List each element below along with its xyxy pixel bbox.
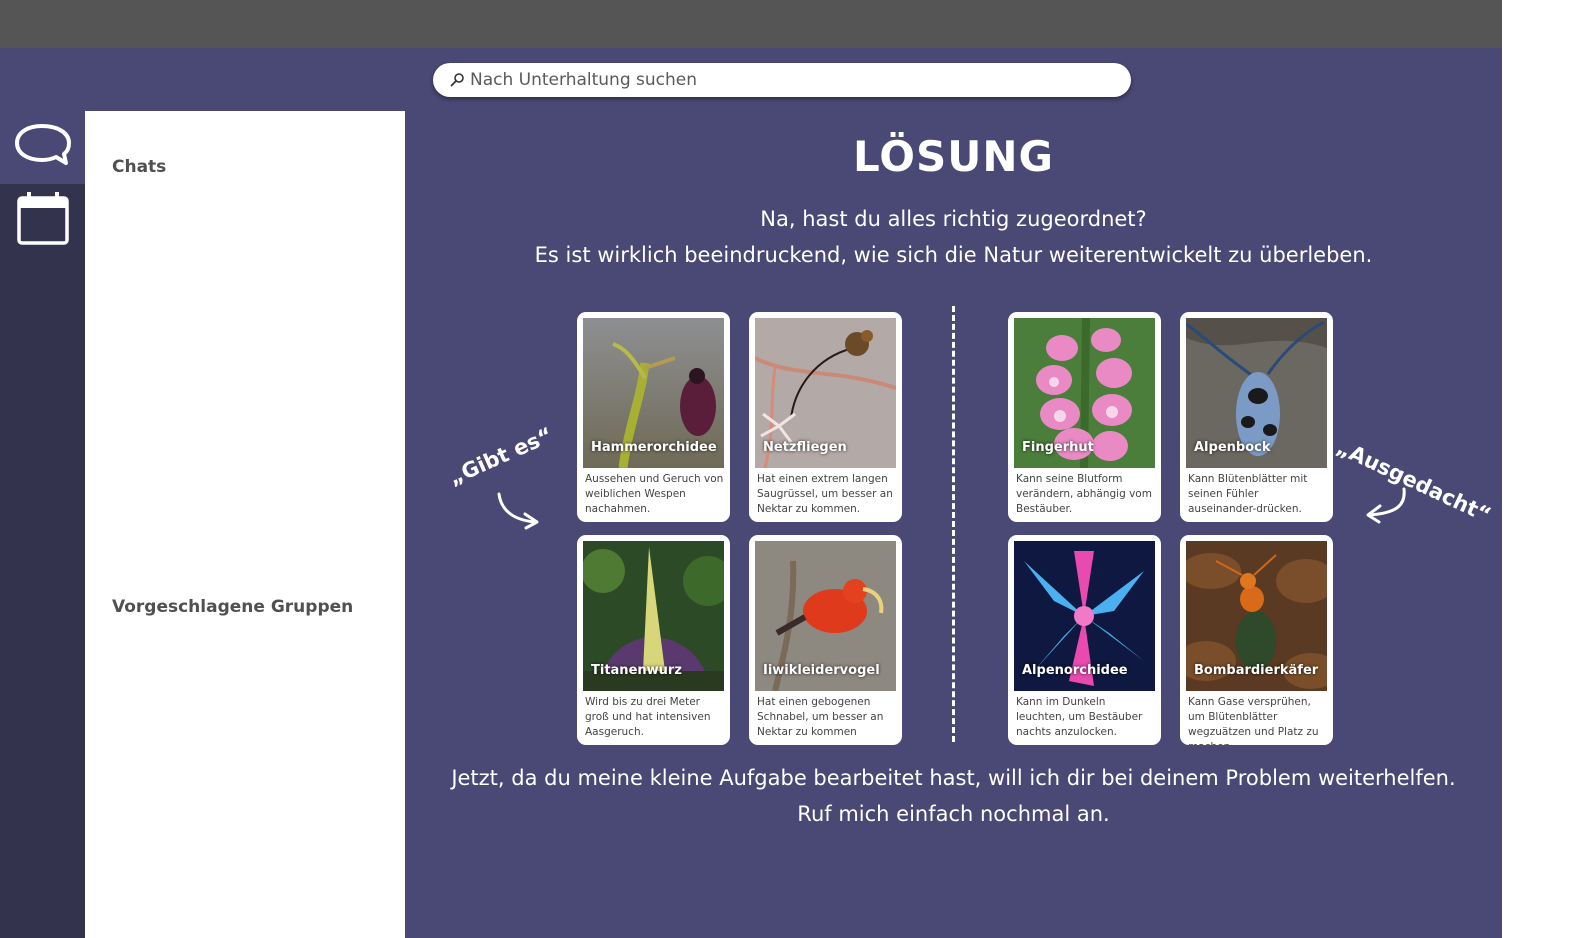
label-real: „Gibt es“ bbox=[445, 422, 557, 490]
search-icon bbox=[450, 73, 464, 87]
card-description: Hat einen extrem langen Saugrüssel, um b… bbox=[757, 473, 893, 515]
card-description: Hat einen gebogenen Schnabel, um besser … bbox=[757, 696, 884, 738]
search-bar[interactable]: Nach Unterhaltung suchen bbox=[433, 63, 1131, 97]
card-netzfliegen[interactable]: Netzfliegen Hat einen extrem langen Saug… bbox=[749, 312, 902, 522]
page-title: LÖSUNG bbox=[853, 132, 1054, 181]
intro-line-2: Es ist wirklich beeindruckend, wie sich … bbox=[534, 243, 1373, 267]
card-name: Netzfliegen bbox=[763, 440, 847, 455]
card-description: Kann Blütenblätter mit seinen Fühler aus… bbox=[1188, 473, 1308, 515]
card-fingerhut[interactable]: Fingerhut Kann seine Blutform verändern,… bbox=[1008, 312, 1161, 522]
card-hammerorchidee[interactable]: Hammerorchidee Aussehen und Geruch von w… bbox=[577, 312, 730, 522]
card-description: Kann seine Blutform verändern, abhängig … bbox=[1016, 473, 1152, 515]
chat-sidebar: Chats Vorgeschlagene Gruppen bbox=[85, 111, 405, 938]
rail-chat-button[interactable] bbox=[0, 110, 85, 184]
app-window: Nach Unterhaltung suchen Chats Vorgeschl… bbox=[0, 0, 1502, 938]
card-titanenwurz[interactable]: Titanenwurz Wird bis zu drei Meter groß … bbox=[577, 535, 730, 745]
card-name: Hammerorchidee bbox=[591, 440, 717, 455]
chat-bubble-icon bbox=[15, 124, 71, 165]
card-bombardierkaefer[interactable]: Bombardierkäfer Kann Gase versprühen, um… bbox=[1180, 535, 1333, 745]
curved-arrow-left-icon bbox=[1366, 487, 1406, 524]
card-description: Wird bis zu drei Meter groß und hat inte… bbox=[585, 696, 711, 738]
outro-line-1: Jetzt, da du meine kleine Aufgabe bearbe… bbox=[451, 766, 1456, 790]
card-iiwikleidervogel[interactable]: Iiwikleidervogel Hat einen gebogenen Sch… bbox=[749, 535, 902, 745]
solution-panel: LÖSUNG Na, hast du alles richtig zugeord… bbox=[405, 110, 1502, 938]
curved-arrow-right-icon bbox=[497, 492, 539, 530]
card-name: Titanenwurz bbox=[591, 663, 682, 678]
card-name: Iiwikleidervogel bbox=[763, 663, 880, 678]
suggested-groups-heading: Vorgeschlagene Gruppen bbox=[112, 597, 354, 617]
card-alpenorchidee[interactable]: Alpenorchidee Kann im Dunkeln leuchten, … bbox=[1008, 535, 1161, 745]
chats-heading: Chats bbox=[112, 157, 167, 177]
card-description: Aussehen und Geruch von weiblichen Wespe… bbox=[585, 473, 724, 515]
card-name: Alpenorchidee bbox=[1022, 663, 1128, 678]
outro-line-2: Ruf mich einfach nochmal an. bbox=[797, 802, 1110, 826]
card-description: Kann im Dunkeln leuchten, um Bestäuber n… bbox=[1016, 696, 1143, 738]
rail-calendar-button[interactable] bbox=[0, 184, 85, 258]
card-alpenbock[interactable]: Alpenbock Kann Blütenblätter mit seinen … bbox=[1180, 312, 1333, 522]
card-name: Bombardierkäfer bbox=[1194, 663, 1319, 678]
card-name: Fingerhut bbox=[1022, 440, 1094, 455]
top-bar bbox=[0, 0, 1502, 48]
intro-line-1: Na, hast du alles richtig zugeordnet? bbox=[760, 207, 1147, 231]
label-invented: „Ausgedacht“ bbox=[1332, 435, 1495, 528]
search-input[interactable]: Nach Unterhaltung suchen bbox=[470, 70, 697, 90]
calendar-icon bbox=[17, 192, 69, 245]
card-name: Alpenbock bbox=[1194, 440, 1271, 455]
divider-line bbox=[952, 306, 955, 742]
card-description: Kann Gase versprühen, um Blütenblätter w… bbox=[1188, 696, 1319, 745]
icon-rail bbox=[0, 110, 85, 938]
